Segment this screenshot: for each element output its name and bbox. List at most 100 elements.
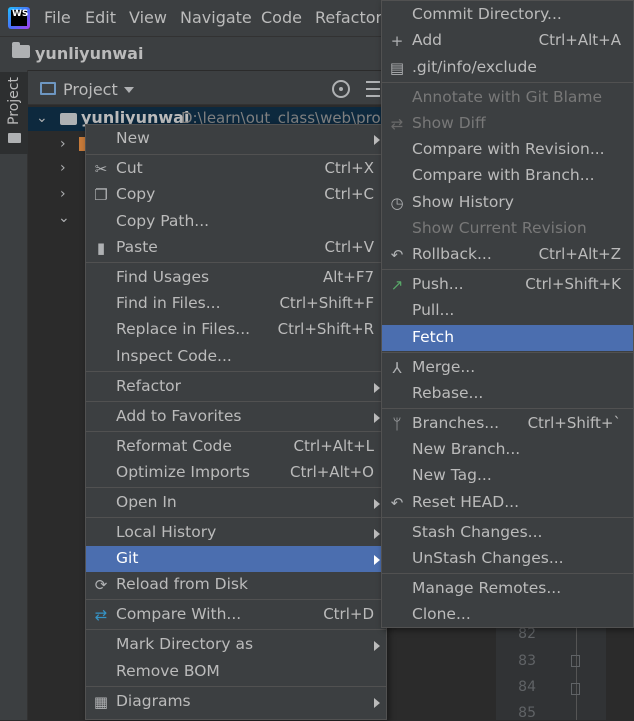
chevron-down-icon[interactable]: ⌄ (36, 110, 48, 126)
push-arrow-icon: ↗ (390, 276, 404, 294)
menu-item-fetch[interactable]: Fetch (382, 325, 633, 351)
menu-item-remove-bom[interactable]: Remove BOM (86, 659, 386, 685)
menu-item-annotate-with-git-blame[interactable]: Annotate with Git Blame (382, 85, 633, 111)
menu-item-local-history[interactable]: Local History (86, 520, 386, 546)
menu-item-branches[interactable]: ᛘ Branches... Ctrl+Shift+` (382, 411, 633, 437)
menu-item-label: Cut (116, 159, 143, 177)
menu-item-label: Open In (116, 493, 177, 511)
menu-item-stash-changes[interactable]: Stash Changes... (382, 520, 633, 546)
menu-item-label: New (116, 129, 150, 147)
menu-item-compare-with[interactable]: ⇄ Compare With... Ctrl+D (86, 602, 386, 628)
menu-item-diagrams[interactable]: ▦ Diagrams (86, 689, 386, 715)
chevron-right-icon[interactable]: › (60, 136, 66, 152)
locate-target-icon[interactable] (332, 80, 350, 98)
menu-item-add-to-favorites[interactable]: Add to Favorites (86, 404, 386, 430)
menu-item-git[interactable]: Git (86, 546, 386, 572)
menu-item-label: Paste (116, 238, 158, 256)
chevron-down-icon[interactable]: ⌄ (58, 210, 70, 226)
submenu-arrow-icon (374, 555, 380, 565)
menu-separator (382, 517, 633, 518)
project-view-selector[interactable]: Project (63, 80, 118, 99)
menu-item-label: Reset HEAD... (412, 493, 519, 511)
line-number: 83 (518, 653, 536, 669)
submenu-arrow-icon (374, 135, 380, 145)
menu-separator (86, 371, 386, 372)
menu-item-label: Remove BOM (116, 662, 220, 680)
menu-separator (86, 487, 386, 488)
menu-item-new-tag[interactable]: New Tag... (382, 463, 633, 489)
menu-item-manage-remotes[interactable]: Manage Remotes... (382, 576, 633, 602)
menu-item-inspect-code[interactable]: Inspect Code... (86, 344, 386, 370)
menu-separator (86, 154, 386, 155)
menu-item-refactor[interactable]: Refactor (86, 374, 386, 400)
menu-item-optimize-imports[interactable]: Optimize Imports Ctrl+Alt+O (86, 460, 386, 486)
menu-item-open-in[interactable]: Open In (86, 490, 386, 516)
menu-item-label: Push... (412, 275, 464, 293)
menu-item-push[interactable]: ↗ Push... Ctrl+Shift+K (382, 272, 633, 298)
menu-item-rebase[interactable]: Rebase... (382, 381, 633, 407)
menu-item-label: Compare with Revision... (412, 140, 605, 158)
menu-item-replace-in-files[interactable]: Replace in Files... Ctrl+Shift+R (86, 317, 386, 343)
menu-item-label: Optimize Imports (116, 463, 250, 481)
menu-item-compare-with-revision[interactable]: Compare with Revision... (382, 137, 633, 163)
menu-item-rollback[interactable]: ↶ Rollback... Ctrl+Alt+Z (382, 242, 633, 268)
menu-separator (382, 269, 633, 270)
menu-item-compare-with-branch[interactable]: Compare with Branch... (382, 163, 633, 189)
collapse-all-icon[interactable] (366, 80, 380, 98)
menu-edit[interactable]: Edit (85, 8, 116, 27)
chevron-down-icon[interactable] (124, 87, 134, 93)
menu-item-label: Pull... (412, 301, 455, 319)
menu-item-pull[interactable]: Pull... (382, 298, 633, 324)
menu-item-shortcut: Ctrl+Alt+O (290, 463, 374, 481)
menu-item-paste[interactable]: ▮ Paste Ctrl+V (86, 235, 386, 261)
menu-item-mark-directory-as[interactable]: Mark Directory as (86, 632, 386, 658)
menu-item-label: Local History (116, 523, 217, 541)
menu-item-reload-from-disk[interactable]: ⟳ Reload from Disk (86, 572, 386, 598)
menu-item-label: Find in Files... (116, 294, 221, 312)
menu-file[interactable]: File (44, 8, 71, 27)
menu-separator (382, 573, 633, 574)
menu-item-reset-head[interactable]: ↶ Reset HEAD... (382, 490, 633, 516)
menu-refactor[interactable]: Refactor (315, 8, 382, 27)
menu-item-unstash-changes[interactable]: UnStash Changes... (382, 546, 633, 572)
fold-marker-icon[interactable] (571, 655, 580, 667)
menu-item-reformat-code[interactable]: Reformat Code Ctrl+Alt+L (86, 434, 386, 460)
menu-item-copy-path[interactable]: Copy Path... (86, 209, 386, 235)
scissors-icon: ✂ (94, 160, 108, 178)
menu-item-copy[interactable]: ❐ Copy Ctrl+C (86, 182, 386, 208)
menu-item-label: Mark Directory as (116, 635, 254, 653)
menu-item-label: Compare With... (116, 605, 242, 623)
fold-marker-icon[interactable] (571, 683, 580, 695)
webstorm-logo-icon: WS (8, 7, 30, 29)
menu-navigate[interactable]: Navigate (180, 8, 252, 27)
menu-item-show-diff[interactable]: ⇄ Show Diff (382, 111, 633, 137)
menu-view[interactable]: View (129, 8, 167, 27)
menu-item-clone[interactable]: Clone... (382, 602, 633, 628)
menu-item-find-usages[interactable]: Find Usages Alt+F7 (86, 265, 386, 291)
menu-item-new[interactable]: New (86, 126, 386, 152)
menu-item-label: Add to Favorites (116, 407, 242, 425)
menu-item-find-in-files[interactable]: Find in Files... Ctrl+Shift+F (86, 291, 386, 317)
menu-item-merge[interactable]: ⅄ Merge... (382, 355, 633, 381)
line-number: 82 (518, 626, 536, 642)
menu-separator (86, 517, 386, 518)
chevron-right-icon[interactable]: › (60, 160, 66, 176)
menu-item-show-history[interactable]: ◷ Show History (382, 190, 633, 216)
menu-item-show-current-revision[interactable]: Show Current Revision (382, 216, 633, 242)
menu-item-label: Fetch (412, 328, 455, 346)
chevron-right-icon[interactable]: › (60, 186, 66, 202)
menu-item-new-branch[interactable]: New Branch... (382, 437, 633, 463)
plus-icon: + (390, 32, 404, 50)
menu-item-add[interactable]: + Add Ctrl+Alt+A (382, 28, 633, 54)
menu-item-label: Replace in Files... (116, 320, 251, 338)
menu-item-label: Commit Directory... (412, 5, 562, 23)
menu-code[interactable]: Code (261, 8, 302, 27)
menu-item-cut[interactable]: ✂ Cut Ctrl+X (86, 156, 386, 182)
menu-separator (382, 352, 633, 353)
menu-item-commit-directory[interactable]: Commit Directory... (382, 2, 633, 28)
folder-icon (12, 42, 30, 58)
menu-item-git-info-exclude[interactable]: ▤ .git/info/exclude (382, 55, 633, 81)
menu-item-shortcut: Ctrl+X (324, 159, 374, 177)
menu-item-label: Reload from Disk (116, 575, 248, 593)
project-breadcrumb[interactable]: yunliyunwai (35, 44, 143, 63)
